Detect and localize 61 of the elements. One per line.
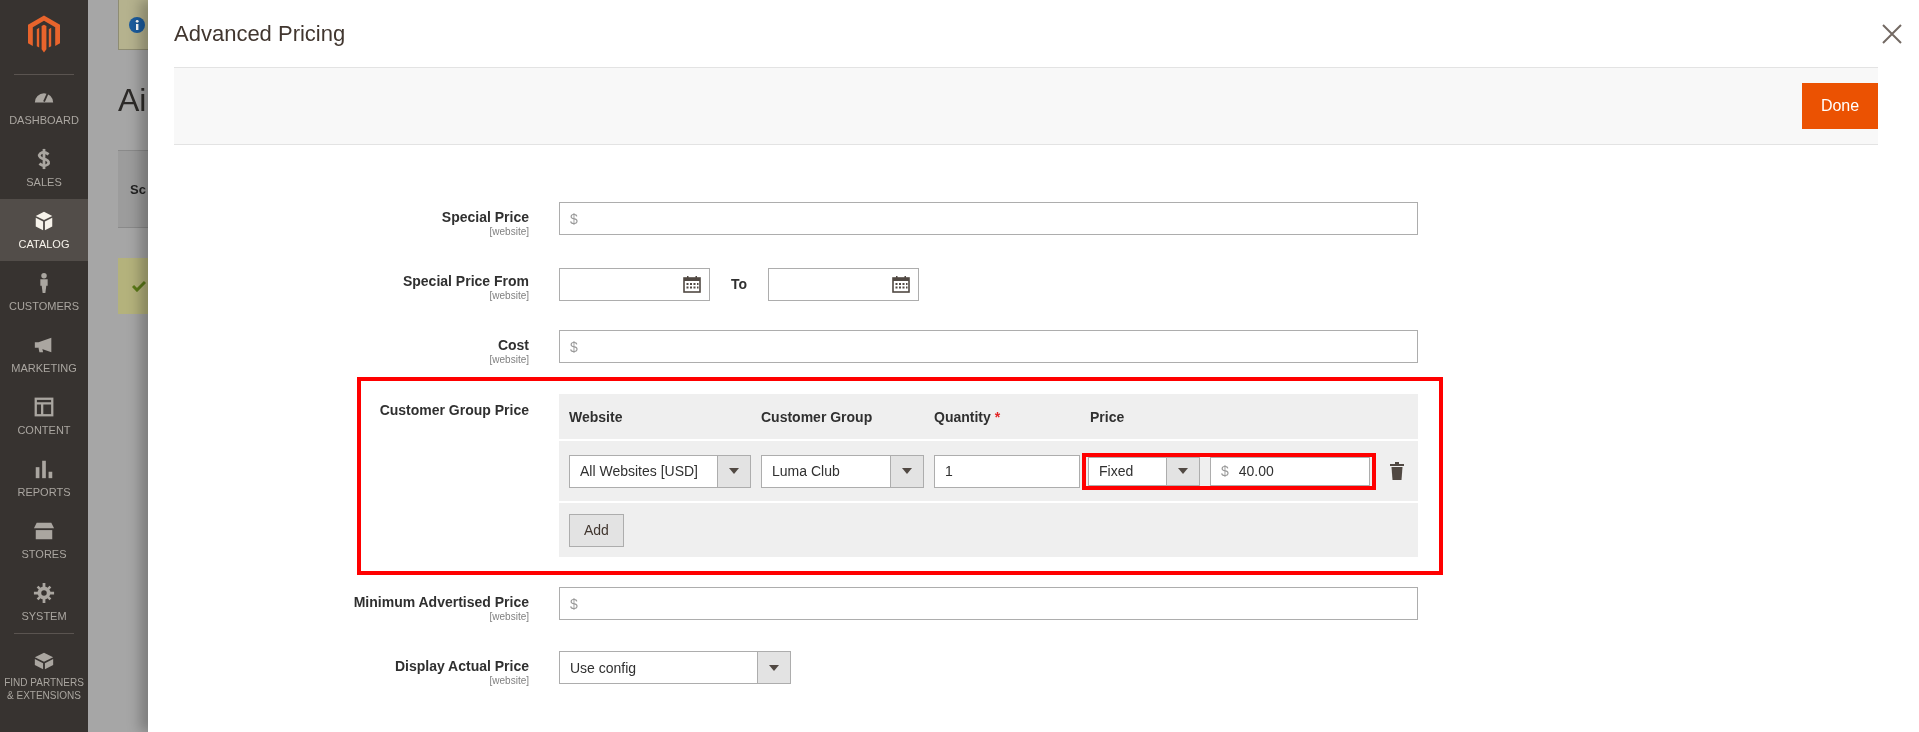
price-value: 40.00 [1237,463,1274,479]
layout-icon [33,395,55,418]
caret-icon [902,468,912,474]
field-label: Display Actual Price [394,658,529,675]
currency-symbol: $ [570,338,578,355]
field-label: Customer Group Price [379,402,529,419]
quantity-input[interactable]: 1 [934,454,1080,488]
sidebar-item[interactable]: FIND PARTNERS & EXTENSIONS [0,640,88,710]
trash-icon[interactable] [1390,462,1404,480]
display-price-select[interactable]: Use config [559,651,791,684]
caret-icon [729,468,739,474]
currency-symbol: $ [570,210,578,227]
column-header: Customer Group [761,408,874,425]
field-label: Special Price From [402,273,529,290]
price-input[interactable]: $ [559,202,1418,235]
price-input[interactable]: $ 40.00 [1210,456,1370,486]
date-input[interactable] [768,267,920,301]
field-label: Minimum Advertised Price [353,594,529,611]
scope-note: [website] [489,226,529,238]
sidebar-item[interactable]: CATALOG [0,199,88,261]
caret-icon [769,664,779,671]
sidebar-item[interactable]: MARKETING [0,323,88,385]
sidebar-item[interactable]: SYSTEM [0,571,88,633]
done-button[interactable]: Done [1802,83,1878,129]
sidebar-item[interactable]: CONTENT [0,385,88,447]
info-icon [129,16,145,33]
price-type-select[interactable]: Fixed [1088,456,1200,486]
sidebar-item[interactable]: STORES [0,509,88,571]
sidebar-item[interactable]: SALES [0,137,88,199]
sidebar-item[interactable]: REPORTS [0,447,88,509]
column-header: Quantity * [934,408,1002,425]
range-separator-label: To [731,276,748,292]
calendar-icon[interactable] [683,275,701,293]
column-header: Price [1090,408,1126,425]
add-button[interactable]: Add [569,513,624,547]
page-title: Ai [118,81,148,120]
sidebar-item[interactable]: DASHBOARD [0,75,88,137]
close-icon[interactable] [1882,23,1902,44]
currency-symbol: $ [570,595,578,612]
scope-note: [website] [489,675,529,687]
calendar-icon[interactable] [892,275,911,293]
field-label: Cost [497,337,529,354]
scope-label: Sc [130,181,146,197]
field-label: Special Price [441,209,529,226]
customer-group-select[interactable]: Luma Club [761,454,924,488]
column-header: Website [569,408,624,425]
sidebar-item[interactable]: CUSTOMERS [0,261,88,323]
price-input[interactable]: $ [559,587,1418,620]
scope-note: [website] [489,290,529,302]
price-input[interactable]: $ [559,330,1418,363]
logo-icon[interactable] [28,14,60,53]
caret-icon [1178,468,1188,474]
modal-title: Advanced Pricing [174,20,346,47]
scope-note: [website] [489,611,529,623]
date-input[interactable] [559,267,710,301]
scope-note: [website] [489,354,529,366]
box-icon [33,209,55,232]
gear-icon [33,581,55,604]
currency-symbol: $ [1221,463,1229,479]
check-icon [132,280,146,292]
website-select[interactable]: All Websites [USD] [569,454,751,488]
